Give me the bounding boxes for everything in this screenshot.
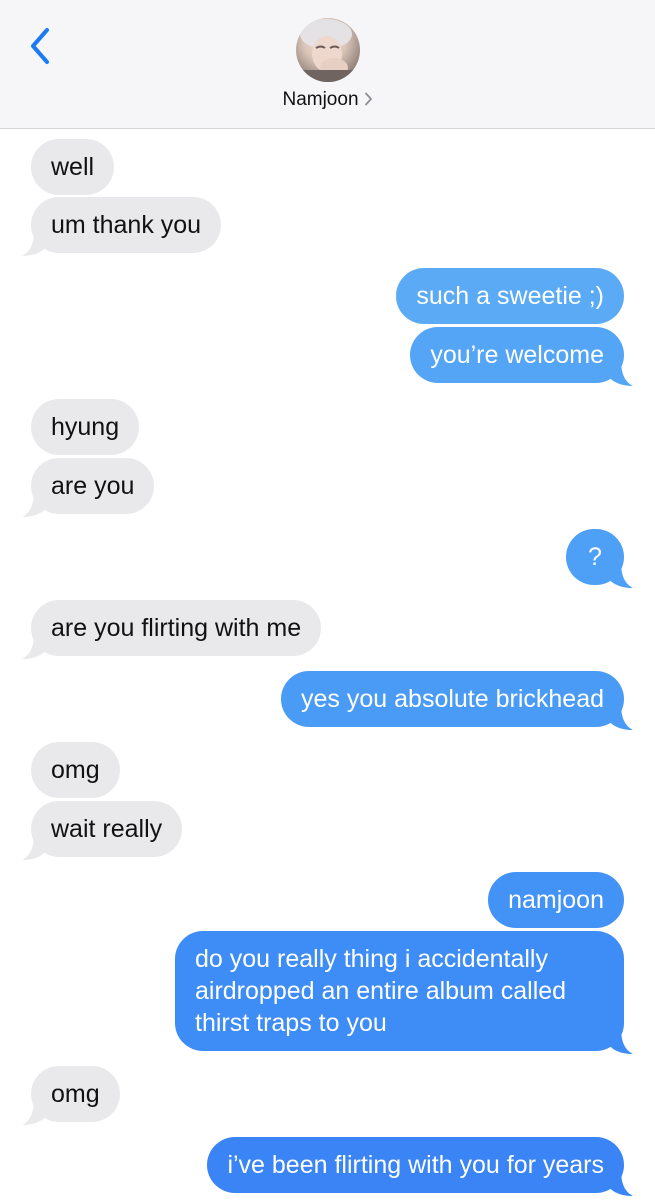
message-text: ? <box>588 543 602 571</box>
bubble-tail <box>607 562 633 588</box>
chevron-left-icon <box>31 28 49 64</box>
received-message[interactable]: are you flirting with me <box>22 600 322 659</box>
sent-message[interactable]: ? <box>566 529 633 588</box>
message-text: i’ve been flirting with you for years <box>227 1151 604 1179</box>
sent-message[interactable]: namjoon <box>488 872 624 928</box>
contact-avatar[interactable] <box>296 18 360 82</box>
message-text: omg <box>51 756 100 784</box>
message-text: such a sweetie ;) <box>416 282 604 310</box>
message-text: um thank you <box>51 211 202 239</box>
bubble-tail <box>22 491 48 517</box>
sent-message[interactable]: you’re welcome <box>410 327 633 386</box>
message-text: omg <box>51 1080 100 1108</box>
received-message[interactable]: well <box>31 139 115 195</box>
bubble-tail <box>607 1028 633 1054</box>
message-text: wait really <box>51 815 163 843</box>
received-message[interactable]: wait really <box>22 801 183 860</box>
message-text: are you flirting with me <box>51 614 302 642</box>
message-text: namjoon <box>508 886 604 914</box>
received-message[interactable]: omg <box>31 742 120 798</box>
chevron-right-icon <box>364 92 372 106</box>
bubble-tail <box>22 1099 48 1125</box>
sent-message[interactable]: do you really thing i accidentally airdr… <box>175 931 633 1054</box>
bubble-tail <box>607 1170 633 1196</box>
received-message[interactable]: are you <box>22 458 155 517</box>
contact-name: Namjoon <box>282 89 359 110</box>
messages-screen: Namjoon well um thank you such a sweetie… <box>0 0 655 1200</box>
bubble-tail <box>22 834 48 860</box>
message-text: hyung <box>51 413 120 441</box>
contact-name-button[interactable]: Namjoon <box>0 89 655 111</box>
received-message[interactable]: um thank you <box>22 197 222 256</box>
avatar-photo <box>296 19 360 82</box>
bubble-tail <box>22 230 48 256</box>
conversation-header: Namjoon <box>0 0 655 129</box>
message-text: well <box>51 153 95 181</box>
received-message[interactable]: hyung <box>31 399 140 455</box>
sent-message[interactable]: such a sweetie ;) <box>396 268 624 324</box>
bubble-tail <box>607 360 633 386</box>
message-text: do you really thing i accidentally airdr… <box>195 945 567 1037</box>
back-button[interactable] <box>20 22 60 70</box>
message-text: are you <box>51 472 135 500</box>
sent-message[interactable]: yes you absolute brickhead <box>281 671 633 730</box>
message-text: you’re welcome <box>430 341 604 369</box>
bubble-tail <box>22 633 48 659</box>
message-text: yes you absolute brickhead <box>301 685 604 713</box>
sent-message[interactable]: i’ve been flirting with you for years <box>207 1137 633 1196</box>
bubble-tail <box>607 704 633 730</box>
received-message[interactable]: omg <box>22 1066 120 1125</box>
